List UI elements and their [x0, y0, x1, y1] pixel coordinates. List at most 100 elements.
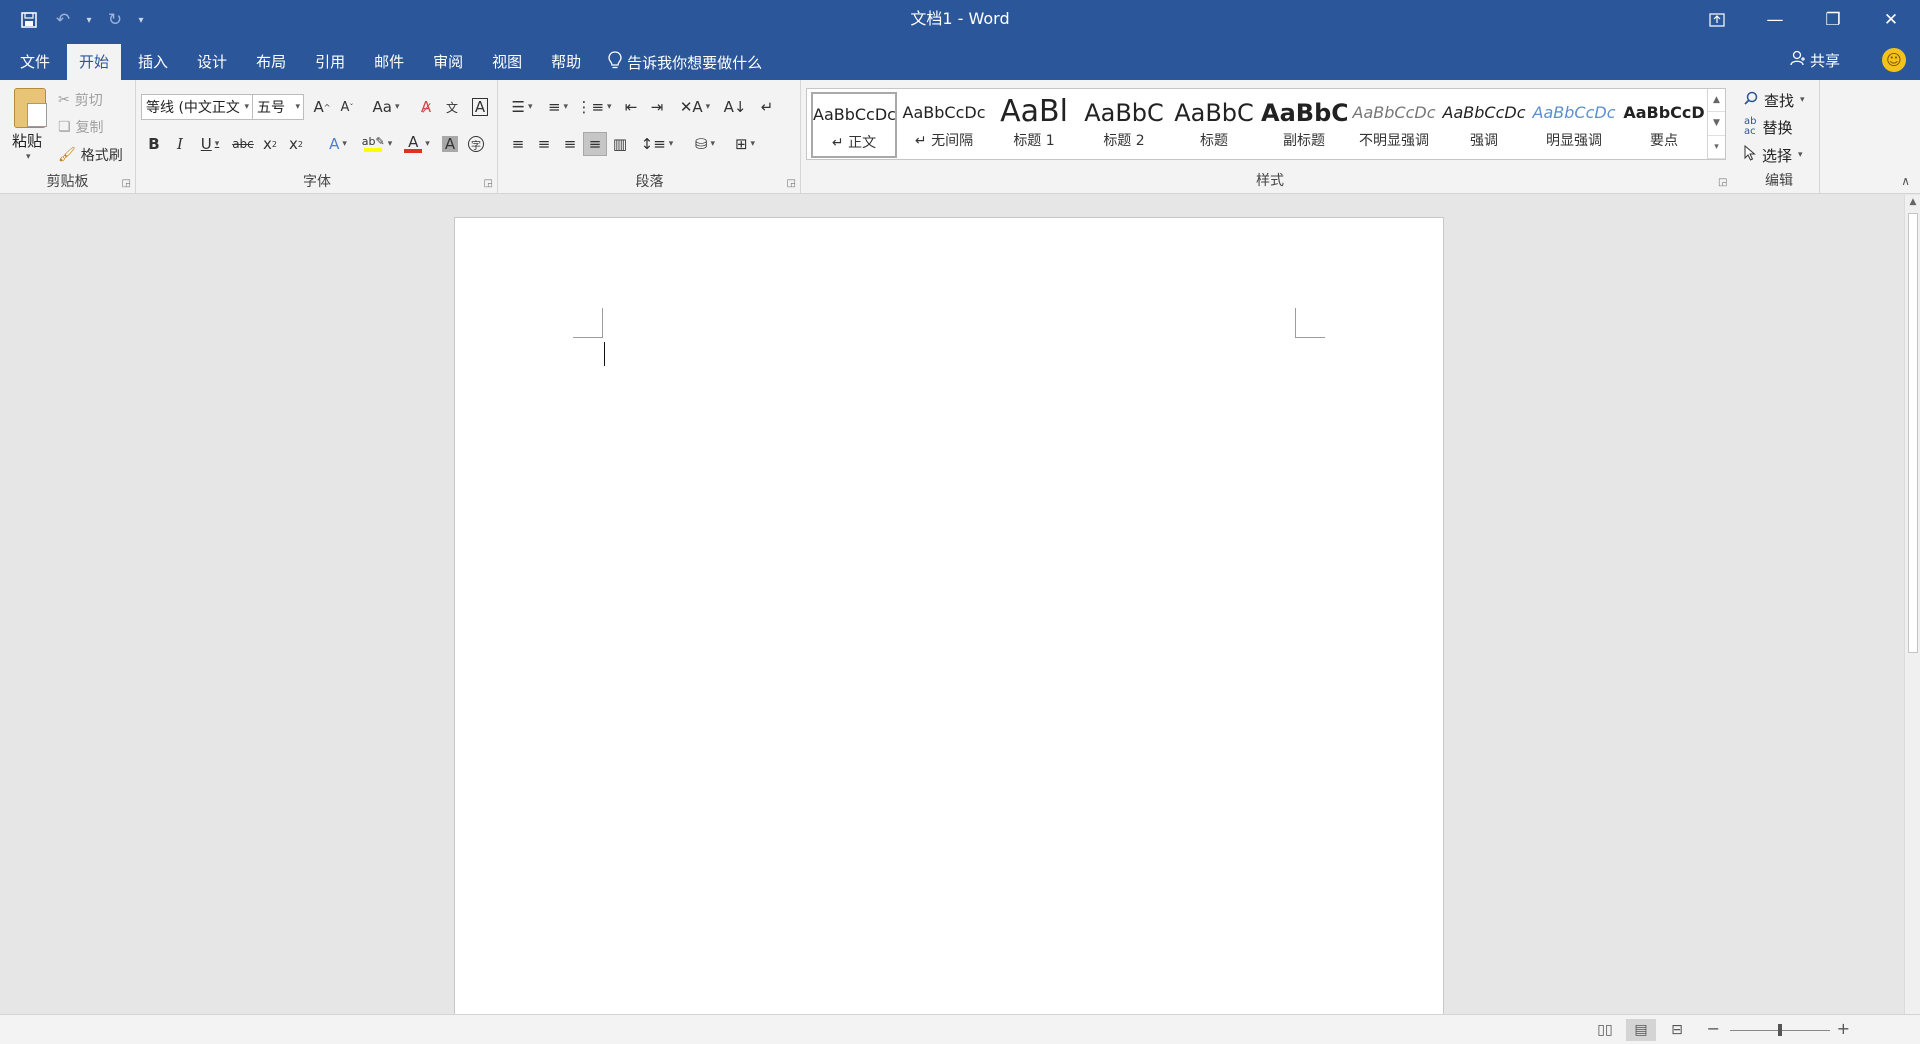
font-size-dropdown-icon[interactable]: ▾: [295, 102, 300, 112]
gallery-up-icon[interactable]: ▲: [1708, 89, 1725, 113]
tab-file[interactable]: 文件: [8, 44, 62, 80]
tab-references[interactable]: 引用: [303, 44, 357, 80]
shading-button[interactable]: ⛁ ▾: [687, 132, 723, 156]
cut-button[interactable]: ✂ 剪切: [58, 88, 103, 112]
paragraph-launcher-icon[interactable]: ◲: [787, 178, 796, 189]
style-no-spacing[interactable]: AaBbCcDc ↵ 无间隔: [901, 92, 987, 158]
select-dropdown-icon[interactable]: ▾: [1798, 150, 1803, 160]
grow-font-icon[interactable]: A ^: [311, 95, 333, 119]
font-name-dropdown-icon[interactable]: ▾: [244, 102, 249, 112]
share-button[interactable]: 共享: [1790, 40, 1840, 80]
tab-view[interactable]: 视图: [480, 44, 534, 80]
gallery-more-icon[interactable]: ▾: [1708, 136, 1725, 159]
minimize-icon[interactable]: —: [1746, 0, 1804, 40]
zoom-out-icon[interactable]: −: [1707, 1019, 1720, 1038]
zoom-slider-knob[interactable]: [1778, 1024, 1782, 1036]
read-mode-icon[interactable]: ▯▯: [1590, 1019, 1620, 1041]
show-formatting-marks-icon[interactable]: ↵: [755, 95, 779, 119]
zoom-in-icon[interactable]: +: [1837, 1019, 1850, 1038]
multilevel-list-button[interactable]: ⋮≡ ▾: [576, 95, 611, 119]
increase-indent-icon[interactable]: ⇥: [645, 95, 669, 119]
find-button[interactable]: 查找 ▾: [1744, 88, 1805, 112]
asian-layout-button[interactable]: ✕A ▾: [677, 95, 713, 119]
numbering-button[interactable]: ≡ ▾: [541, 95, 575, 119]
paste-button[interactable]: 粘贴: [12, 130, 42, 151]
styles-launcher-icon[interactable]: ◲: [1718, 177, 1727, 188]
redo-icon[interactable]: ↻: [100, 5, 130, 35]
copy-button[interactable]: ❏ 复制: [58, 115, 104, 139]
decrease-indent-icon[interactable]: ⇤: [619, 95, 643, 119]
line-spacing-button[interactable]: ↕≡ ▾: [639, 132, 675, 156]
style-strong[interactable]: AaBbCcD 要点: [1621, 92, 1707, 158]
tab-home[interactable]: 开始: [67, 44, 122, 80]
clipboard-launcher-icon[interactable]: ◲: [122, 178, 131, 189]
justify-icon[interactable]: ≡: [583, 132, 607, 156]
style-subtle-emphasis[interactable]: AaBbCcDc 不明显强调: [1351, 92, 1437, 158]
paste-dropdown-icon[interactable]: ▾: [26, 152, 31, 162]
customize-qat-icon[interactable]: ▾: [134, 15, 148, 26]
style-normal[interactable]: AaBbCcDc ↵ 正文: [811, 92, 897, 158]
bold-icon[interactable]: B: [143, 132, 165, 156]
collapse-ribbon-icon[interactable]: ∧: [1901, 174, 1910, 188]
replace-button[interactable]: ab ac 替换: [1744, 115, 1793, 139]
scroll-up-icon[interactable]: ▲: [1905, 197, 1920, 211]
text-effects-button[interactable]: A ▾: [321, 132, 355, 156]
italic-icon[interactable]: I: [169, 132, 191, 156]
font-size-combo[interactable]: 五号 ▾: [252, 94, 304, 120]
align-left-icon[interactable]: ≡: [507, 132, 529, 156]
tab-insert[interactable]: 插入: [126, 44, 180, 80]
clear-formatting-icon[interactable]: A̷: [415, 95, 437, 119]
gallery-down-icon[interactable]: ▼: [1708, 112, 1725, 136]
find-dropdown-icon[interactable]: ▾: [1800, 95, 1805, 105]
print-layout-icon[interactable]: ▤: [1626, 1019, 1656, 1041]
bullets-button[interactable]: ☰ ▾: [505, 95, 539, 119]
style-subtitle[interactable]: AaBbC 副标题: [1261, 92, 1347, 158]
style-heading-2[interactable]: AaBbC 标题 2: [1081, 92, 1167, 158]
document-page[interactable]: [454, 217, 1444, 1014]
tab-review[interactable]: 审阅: [421, 44, 475, 80]
subscript-icon[interactable]: x2: [259, 132, 281, 156]
save-icon[interactable]: [14, 5, 44, 35]
borders-button[interactable]: ⊞ ▾: [727, 132, 763, 156]
shrink-font-icon[interactable]: Aˇ: [336, 95, 358, 119]
font-launcher-icon[interactable]: ◲: [484, 178, 493, 189]
paste-icon[interactable]: [14, 88, 47, 128]
align-center-icon[interactable]: ≡: [533, 132, 555, 156]
style-emphasis[interactable]: AaBbCcDc 强调: [1441, 92, 1527, 158]
format-painter-button[interactable]: 🖌 格式刷: [58, 143, 123, 167]
tab-mailings[interactable]: 邮件: [362, 44, 416, 80]
select-button[interactable]: 选择 ▾: [1744, 143, 1803, 167]
web-layout-icon[interactable]: ⊟: [1662, 1019, 1692, 1041]
character-shading-icon[interactable]: A: [439, 132, 461, 156]
tab-help[interactable]: 帮助: [539, 44, 593, 80]
document-workspace[interactable]: [0, 195, 1904, 1014]
vertical-scrollbar[interactable]: ▲: [1904, 195, 1920, 1014]
align-right-icon[interactable]: ≡: [559, 132, 581, 156]
undo-dropdown-icon[interactable]: ▾: [82, 15, 96, 26]
font-color-button[interactable]: A ▾: [399, 132, 435, 156]
strikethrough-icon[interactable]: abc: [231, 132, 255, 156]
character-border-icon[interactable]: A: [469, 95, 491, 119]
font-name-combo[interactable]: 等线 (中文正文 ▾: [141, 94, 253, 120]
scissors-icon: ✂: [58, 92, 70, 108]
sort-icon[interactable]: A↓: [723, 95, 747, 119]
change-case-button[interactable]: Aa ▾: [369, 95, 403, 119]
tab-layout[interactable]: 布局: [244, 44, 298, 80]
underline-button[interactable]: U ▾: [193, 132, 227, 156]
close-icon[interactable]: ✕: [1862, 0, 1920, 40]
restore-icon[interactable]: ❐: [1804, 0, 1862, 40]
distributed-icon[interactable]: ▥: [609, 132, 631, 156]
ribbon-display-options-icon[interactable]: [1688, 0, 1746, 40]
feedback-smiley-icon[interactable]: ☺: [1882, 48, 1906, 72]
phonetic-guide-icon[interactable]: 文: [441, 95, 463, 119]
enclose-characters-icon[interactable]: 字: [465, 132, 487, 156]
highlight-color-button[interactable]: ab✎ ▾: [359, 132, 395, 156]
style-title[interactable]: AaBbC 标题: [1171, 92, 1257, 158]
scrollbar-thumb[interactable]: [1908, 213, 1918, 653]
superscript-icon[interactable]: x2: [285, 132, 307, 156]
tell-me-box[interactable]: 告诉我你想要做什么: [598, 44, 762, 80]
undo-icon[interactable]: ↶: [48, 5, 78, 35]
style-intense-emphasis[interactable]: AaBbCcDc 明显强调: [1531, 92, 1617, 158]
tab-design[interactable]: 设计: [185, 44, 239, 80]
style-heading-1[interactable]: AaBl 标题 1: [991, 92, 1077, 158]
